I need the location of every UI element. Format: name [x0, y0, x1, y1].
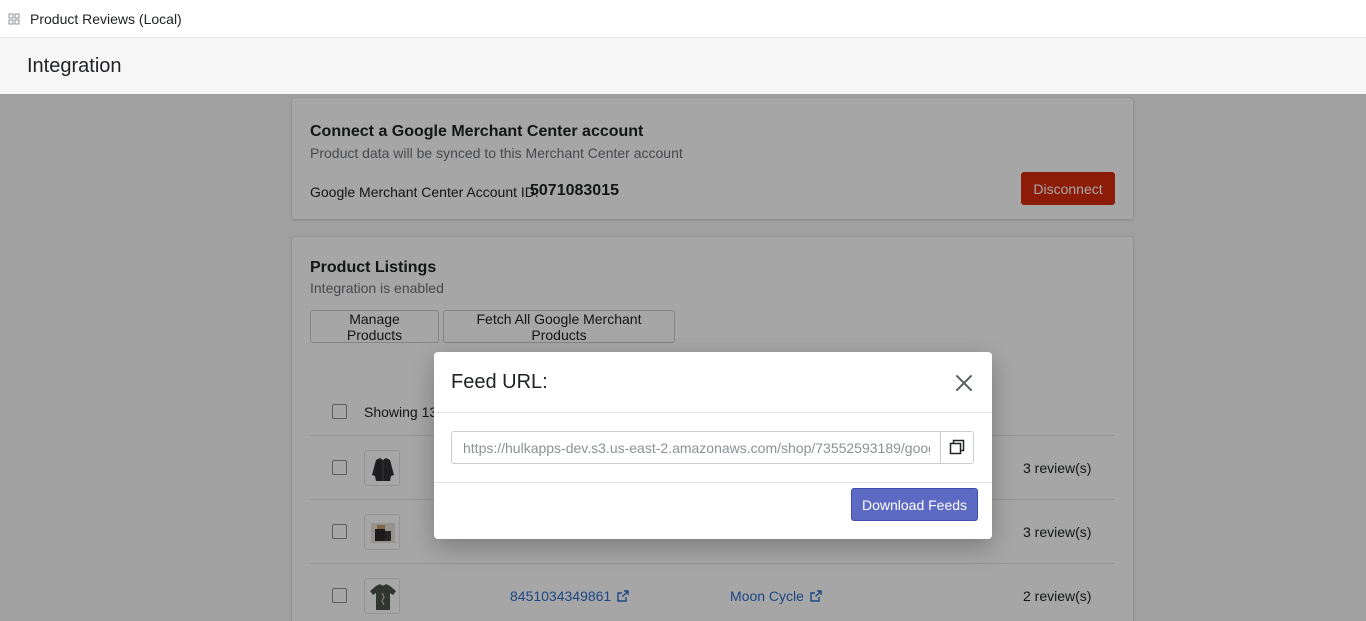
modal-header: Feed URL: [434, 352, 992, 413]
download-feeds-button[interactable]: Download Feeds [851, 488, 978, 521]
page-header: Integration [0, 38, 1366, 94]
app-bar: Product Reviews (Local) [0, 0, 1366, 38]
close-icon [956, 375, 972, 391]
copy-icon [949, 439, 965, 455]
app-title: Product Reviews (Local) [30, 10, 182, 27]
feed-url-input[interactable] [451, 431, 941, 464]
app-grid-icon [8, 13, 20, 24]
modal-body [434, 413, 992, 483]
feed-url-modal: Feed URL: Download Feeds [434, 352, 992, 539]
modal-title: Feed URL: [451, 371, 548, 393]
close-button[interactable] [951, 370, 977, 396]
copy-button[interactable] [940, 431, 974, 464]
page-title: Integration [27, 54, 122, 77]
